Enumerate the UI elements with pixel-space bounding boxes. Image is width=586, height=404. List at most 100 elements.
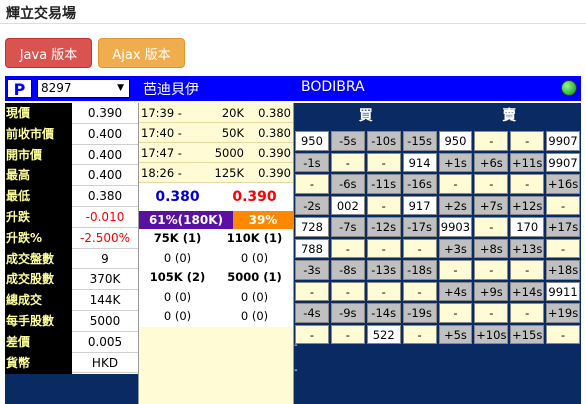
broker-cell: +13s [510,238,545,258]
broker-cell: - [474,217,509,237]
queue-row: 0 (0) 0 (0) [139,248,293,268]
broker-cell: +17s [546,217,580,237]
queue-ask: 0 (0) [240,309,269,323]
broker-cell: 914 [402,152,437,172]
broker-cell: - [546,195,580,215]
broker-cell: - [438,303,473,323]
quote-value: 370K [72,269,138,291]
quote-label: 每手股數 [5,311,72,332]
bid-price: 0.380 [155,189,200,205]
queue-bid: 0 (0) [163,250,192,265]
broker-cell: - [366,152,401,172]
broker-cell: - [402,281,437,301]
broker-cell: +15s [510,324,545,344]
queue-row: 105K (2) 5000 (1) [139,268,293,288]
broker-cell: -9s [330,303,365,323]
queue-ask: 0 (0) [240,250,269,265]
broker-cell: 9911 [546,281,580,301]
ask-ratio: 39%(115K) [232,211,293,245]
ask-price: 0.390 [232,189,277,205]
broker-cell: -5s [330,131,365,151]
queue-bid: 75K (1) [153,231,202,245]
tick-time: 17:47 - [141,146,182,160]
quote-value: 0.400 [72,145,138,166]
tick-price: 0.380 [258,126,291,140]
broker-cell: +1s [438,152,473,172]
broker-cell: +16s [546,174,580,194]
trade-panel: 17:39 - 20K 0.380 17:40 - 50K 0.380 17:47 - 500… [138,103,294,404]
queue-ask: 5000 (1) [227,270,282,284]
broker-grid: 950 -5s -10s -15s 950- -9907 -1s - -914 +1s +6s +11… [294,130,581,345]
broker-header: 買 賣 [294,103,581,130]
broker-cell: 950 [438,131,473,151]
tick-price: 0.390 [258,146,291,160]
broker-cell: +19s [546,303,580,323]
broker-cell: 728 [295,217,329,237]
broker-cell: +9s [474,281,509,301]
queue-row: 0 (0) 0 (0) [139,287,293,307]
broker-cell: - [546,238,580,258]
quote-value: 0.400 [72,124,138,145]
broker-cell: 522 [366,324,401,344]
quote-value: 5000 [72,311,138,332]
quote-label: 差價 [5,332,72,353]
broker-cell: 9907 [546,152,580,172]
broker-cell: - [295,174,329,194]
broker-cell: - [295,281,329,301]
broker-cell: - [474,174,509,194]
broker-cell: +4s [438,281,473,301]
broker-cell: -6s [330,174,365,194]
quote-value: -0.010 [72,207,138,228]
stock-code-value: 8297 [41,81,72,95]
broker-cell: -19s [402,303,437,323]
quote-label: 最低 [5,186,72,207]
broker-cell: - [438,260,473,280]
queue-row: 0 (0) 0 (0) [139,307,293,327]
connection-status-icon [561,80,577,96]
broker-cell: - [438,174,473,194]
broker-cell: -12s [366,217,401,237]
broker-cell: - [510,260,545,280]
stock-code-select[interactable]: 8297 ▼ [37,79,130,98]
broker-cell: 9907 [546,131,580,151]
java-version-button[interactable]: Java 版本 [5,38,92,68]
broker-cell: - [366,238,401,258]
quote-label: 開市價 [5,145,72,166]
ajax-version-button[interactable]: Ajax 版本 [98,38,185,68]
broker-cell: 170 [510,217,545,237]
tick-row: 18:26 - 125K 0.390 [139,163,293,183]
broker-cell: -4s [295,303,329,323]
broker-cell: +10s [474,324,509,344]
dropdown-arrow-icon: ▼ [117,83,124,93]
broker-cell: +5s [438,324,473,344]
broker-cell: -2s [295,195,329,215]
broker-cell: +11s [510,152,545,172]
broker-cell: -14s [366,303,401,323]
tick-vol: 50K [221,126,244,140]
queue-bid: 0 (0) [163,289,192,304]
quote-value: 0.390 [72,103,138,124]
queue-row: 75K (1) 110K (1) [139,229,293,249]
tick-price: 0.380 [258,106,291,120]
broker-separator: - [294,365,298,376]
broker-queue: 買 賣 950 -5s -10s -15s 950- -9907 -1s - -914 +1s +6… [294,103,581,404]
broker-cell: -7s [330,217,365,237]
broker-cell: +2s [438,195,473,215]
order-queue: 75K (1) 110K (1) 0 (0) 0 (0) 105K (2) 5000 (1… [139,229,293,327]
buy-side-label: 買 [358,108,373,124]
broker-cell: 917 [402,195,437,215]
tick-row: 17:47 - 5000 0.390 [139,143,293,163]
broker-cell: +8s [474,238,509,258]
broker-cell: +7s [474,195,509,215]
quote-value: 9 [72,249,138,270]
broker-cell: - [330,324,365,344]
broker-cell: +3s [438,238,473,258]
bid-ask-ratio-bar: 61%(180K) 39%(115K) [139,211,293,245]
quote-value: 0.005 [72,332,138,353]
tick-time: 17:40 - [141,126,182,140]
broker-cell: 002 [330,195,365,215]
broker-cell: -11s [366,174,401,194]
broker-cell: - [402,324,437,344]
broker-cell: - [510,174,545,194]
quote-value: 144K [72,290,138,311]
